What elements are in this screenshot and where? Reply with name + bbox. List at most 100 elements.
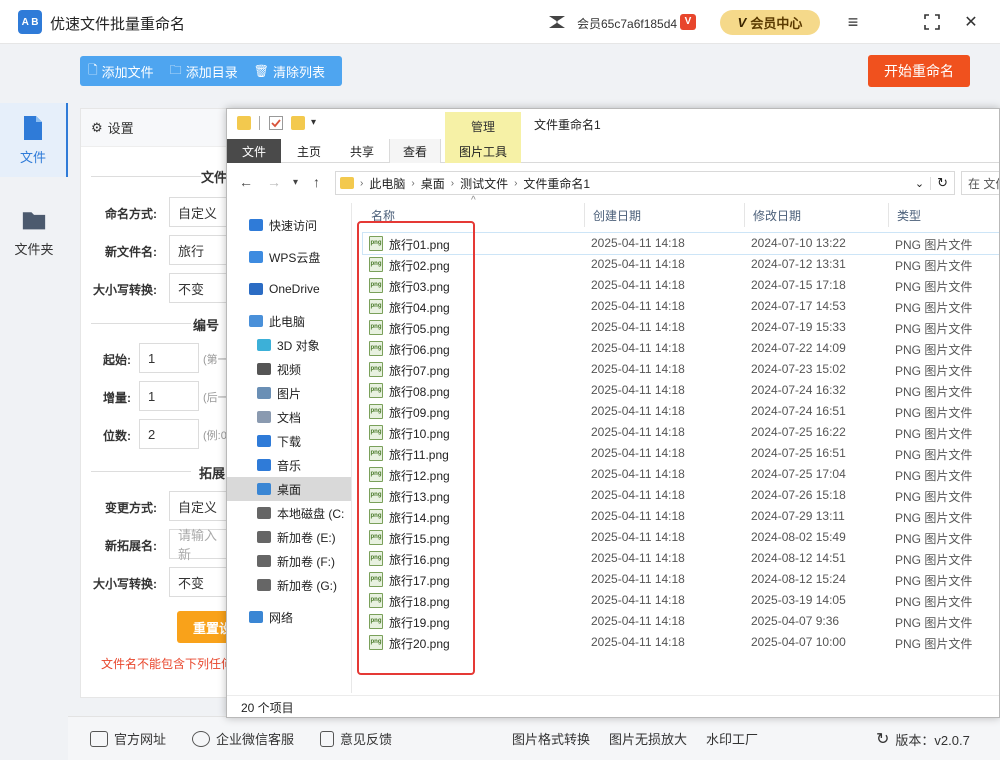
- breadcrumb-desktop[interactable]: 桌面: [415, 175, 451, 192]
- tab-view[interactable]: 查看: [389, 139, 441, 163]
- file-row[interactable]: png 旅行02.png 2025-04-11 14:18 2024-07-12 13…: [363, 254, 999, 275]
- app-logo-icon: A B: [18, 10, 42, 34]
- address-bar[interactable]: › 此电脑 › 桌面 › 测试文件 › 文件重命名1 ⌄ ↻: [335, 171, 955, 195]
- file-type: PNG 图片文件: [895, 406, 973, 420]
- breadcrumb-test-files[interactable]: 测试文件: [454, 175, 514, 192]
- refresh-icon[interactable]: ↻: [931, 175, 954, 191]
- recent-chevron-icon[interactable]: ▾: [293, 177, 298, 188]
- new-ext-input[interactable]: 请输入新: [169, 528, 229, 562]
- start-input[interactable]: 1: [139, 343, 199, 373]
- tree-item[interactable]: 音乐: [227, 453, 351, 477]
- tree-item[interactable]: 视频: [227, 357, 351, 381]
- tab-manage[interactable]: 管理: [445, 112, 521, 140]
- up-arrow-icon[interactable]: ↑: [313, 174, 320, 190]
- wechat-support-link[interactable]: 企业微信客服: [192, 729, 294, 748]
- file-row[interactable]: png 旅行20.png 2025-04-11 14:18 2025-04-07 10…: [363, 632, 999, 653]
- tree-item[interactable]: 新加卷 (E:): [227, 525, 351, 549]
- digits-input[interactable]: 2: [139, 419, 199, 449]
- file-type: PNG 图片文件: [895, 322, 973, 336]
- tab-picture-tools[interactable]: 图片工具: [445, 139, 521, 163]
- tree-item[interactable]: 3D 对象: [227, 333, 351, 357]
- section-divider: [91, 176, 201, 177]
- file-row[interactable]: png 旅行07.png 2025-04-11 14:18 2024-07-23 15…: [363, 359, 999, 380]
- ext-mode-select[interactable]: 自定义: [169, 491, 229, 521]
- tab-share[interactable]: 共享: [337, 139, 387, 163]
- app-footer: 官方网址 企业微信客服 意见反馈 图片格式转换 图片无损放大 水印工厂 ↻ 版本…: [68, 716, 1000, 760]
- vip-center-button[interactable]: V 会员中心: [720, 10, 820, 35]
- close-icon[interactable]: ✕: [959, 10, 983, 34]
- column-header-type[interactable]: 类型: [889, 203, 999, 227]
- drive-icon: [257, 507, 271, 519]
- tree-item[interactable]: WPS云盘: [227, 245, 351, 269]
- watermark-link[interactable]: 水印工厂: [706, 729, 758, 748]
- lossless-enlarge-link[interactable]: 图片无损放大: [609, 729, 687, 748]
- tree-item[interactable]: 新加卷 (G:): [227, 573, 351, 597]
- png-file-icon: png: [369, 551, 383, 566]
- file-row[interactable]: png 旅行05.png 2025-04-11 14:18 2024-07-19 15…: [363, 317, 999, 338]
- add-dir-button[interactable]: 🗀 添加目录: [162, 56, 246, 86]
- file-row[interactable]: png 旅行16.png 2025-04-11 14:18 2024-08-12 14…: [363, 548, 999, 569]
- tree-item[interactable]: 本地磁盘 (C:: [227, 501, 351, 525]
- file-row[interactable]: png 旅行18.png 2025-04-11 14:18 2025-03-19 14…: [363, 590, 999, 611]
- website-link[interactable]: 官方网址: [90, 729, 166, 748]
- new-name-input[interactable]: 旅行: [169, 235, 229, 265]
- tab-home[interactable]: 主页: [281, 139, 337, 163]
- breadcrumb-this-pc[interactable]: 此电脑: [363, 175, 411, 192]
- tree-item[interactable]: 图片: [227, 381, 351, 405]
- file-type: PNG 图片文件: [895, 616, 973, 630]
- chevron-down-icon[interactable]: ▾: [311, 116, 325, 130]
- column-header-created[interactable]: 创建日期: [585, 203, 745, 227]
- properties-icon[interactable]: [269, 116, 283, 130]
- start-hint: (第一: [203, 354, 229, 366]
- file-row[interactable]: png 旅行14.png 2025-04-11 14:18 2024-07-29 13…: [363, 506, 999, 527]
- breadcrumb-current-folder[interactable]: 文件重命名1: [517, 175, 596, 192]
- tree-item[interactable]: 快速访问: [227, 213, 351, 237]
- tree-item[interactable]: 桌面: [227, 477, 351, 501]
- file-name: 旅行18.png: [389, 595, 450, 609]
- file-row[interactable]: png 旅行09.png 2025-04-11 14:18 2024-07-24 16…: [363, 401, 999, 422]
- add-file-button[interactable]: 🗋 添加文件: [80, 56, 162, 86]
- star-icon: [249, 219, 263, 231]
- file-row[interactable]: png 旅行19.png 2025-04-11 14:18 2025-04-07 9:…: [363, 611, 999, 632]
- tree-item[interactable]: 此电脑: [227, 309, 351, 333]
- file-row[interactable]: png 旅行04.png 2025-04-11 14:18 2024-07-17 14…: [363, 296, 999, 317]
- menu-icon[interactable]: ≡: [841, 10, 865, 34]
- file-row[interactable]: png 旅行06.png 2025-04-11 14:18 2024-07-22 14…: [363, 338, 999, 359]
- file-row[interactable]: png 旅行13.png 2025-04-11 14:18 2024-07-26 15…: [363, 485, 999, 506]
- maximize-icon[interactable]: [920, 10, 944, 34]
- forward-arrow-icon[interactable]: →: [267, 174, 281, 190]
- file-created-date: 2025-04-11 14:18: [591, 425, 685, 439]
- tree-item[interactable]: 下载: [227, 429, 351, 453]
- clear-list-button[interactable]: 🗑 清除列表: [246, 56, 333, 86]
- search-input[interactable]: 在 文件: [961, 171, 999, 195]
- tree-item[interactable]: 文档: [227, 405, 351, 429]
- tree-item[interactable]: 网络: [227, 605, 351, 629]
- column-header-name[interactable]: 名称: [363, 203, 585, 227]
- tree-item[interactable]: OneDrive: [227, 277, 351, 301]
- new-folder-icon[interactable]: [291, 116, 305, 130]
- format-convert-link[interactable]: 图片格式转换: [512, 729, 590, 748]
- tree-item[interactable]: 新加卷 (F:): [227, 549, 351, 573]
- nav-item-file[interactable]: 文件: [0, 103, 68, 177]
- file-row[interactable]: png 旅行15.png 2025-04-11 14:18 2024-08-02 15…: [363, 527, 999, 548]
- address-dropdown-icon[interactable]: ⌄: [909, 176, 932, 190]
- start-rename-button[interactable]: 开始重命名: [868, 55, 970, 87]
- file-row[interactable]: png 旅行17.png 2025-04-11 14:18 2024-08-12 15…: [363, 569, 999, 590]
- file-row[interactable]: png 旅行03.png 2025-04-11 14:18 2024-07-15 17…: [363, 275, 999, 296]
- naming-mode-select[interactable]: 自定义: [169, 197, 229, 227]
- file-row[interactable]: png 旅行10.png 2025-04-11 14:18 2024-07-25 16…: [363, 422, 999, 443]
- file-row[interactable]: png 旅行01.png 2025-04-11 14:18 2024-07-10 13…: [362, 232, 999, 255]
- file-row[interactable]: png 旅行12.png 2025-04-11 14:18 2024-07-25 17…: [363, 464, 999, 485]
- case-select[interactable]: 不变: [169, 273, 229, 303]
- increment-input[interactable]: 1: [139, 381, 199, 411]
- back-arrow-icon[interactable]: ←: [239, 174, 253, 190]
- file-row[interactable]: png 旅行08.png 2025-04-11 14:18 2024-07-24 16…: [363, 380, 999, 401]
- tab-file[interactable]: 文件: [227, 139, 281, 163]
- column-header-modified[interactable]: 修改日期: [745, 203, 889, 227]
- member-name[interactable]: 会员65c7a6f185d4: [577, 15, 677, 32]
- file-created-date: 2025-04-11 14:18: [591, 404, 685, 418]
- file-row[interactable]: png 旅行11.png 2025-04-11 14:18 2024-07-25 16…: [363, 443, 999, 464]
- feedback-link[interactable]: 意见反馈: [320, 729, 392, 748]
- nav-item-folder[interactable]: 文件夹: [0, 195, 68, 269]
- ext-case-select[interactable]: 不变: [169, 567, 229, 597]
